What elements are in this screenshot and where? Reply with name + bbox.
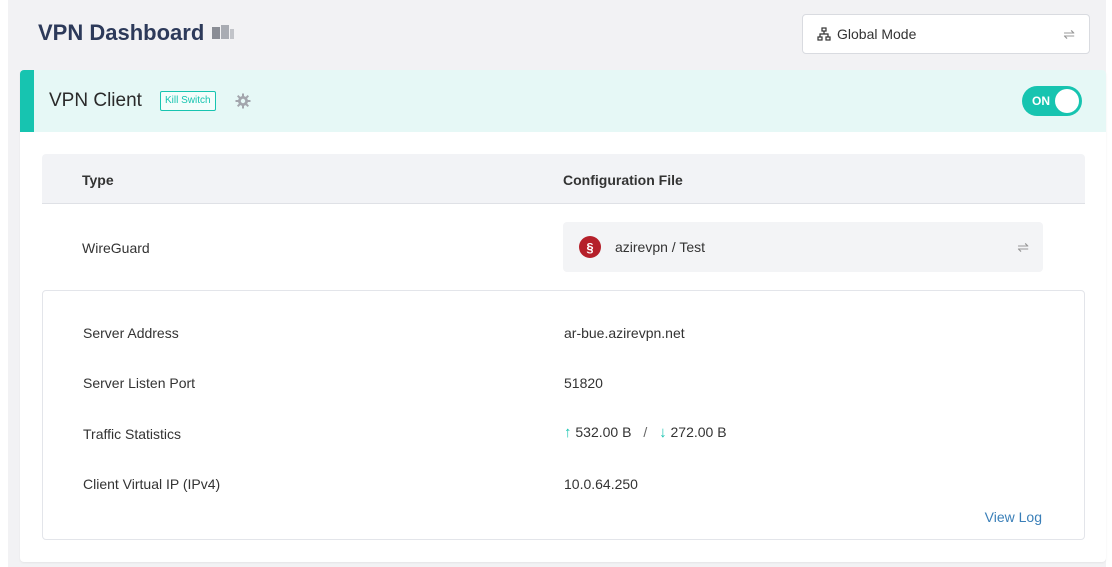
traffic-stats-value: ↑ 532.00 B / ↓ 272.00 B	[564, 424, 727, 441]
swap-icon: ⇌	[1063, 25, 1075, 42]
toggle-label: ON	[1032, 94, 1050, 108]
download-value: 272.00 B	[670, 424, 727, 440]
right-edge	[1106, 0, 1112, 567]
column-type-header: Type	[82, 172, 114, 188]
vpn-client-card: VPN Client Kill Switch ON Type Configura…	[20, 70, 1106, 562]
mode-select-value: Global Mode	[837, 26, 917, 42]
download-arrow-icon: ↓	[659, 424, 667, 441]
vpn-badge-icon	[212, 24, 235, 42]
view-log-link[interactable]: View Log	[985, 509, 1042, 525]
mode-select[interactable]: Global Mode ⇌	[802, 14, 1090, 54]
vpn-toggle[interactable]: ON	[1022, 86, 1082, 116]
card-header: VPN Client Kill Switch ON	[20, 70, 1106, 132]
virtual-ip-label: Client Virtual IP (IPv4)	[83, 476, 221, 492]
traffic-stats-label: Traffic Statistics	[83, 426, 182, 442]
card-title: VPN Client	[49, 90, 142, 111]
kill-switch-badge: Kill Switch	[160, 91, 216, 111]
toggle-knob	[1055, 89, 1079, 113]
upload-arrow-icon: ↑	[564, 424, 572, 441]
azirevpn-logo-icon: §	[579, 236, 601, 258]
listen-port-value: 51820	[564, 375, 603, 391]
server-address-label: Server Address	[83, 325, 179, 341]
virtual-ip-value: 10.0.64.250	[564, 476, 638, 492]
upload-value: 532.00 B	[575, 424, 632, 440]
connection-details: Server Address ar-bue.azirevpn.net Serve…	[42, 290, 1085, 540]
gear-icon[interactable]	[235, 93, 251, 109]
swap-icon: ⇌	[1017, 238, 1029, 255]
traffic-separator: /	[643, 424, 648, 440]
type-value: WireGuard	[82, 240, 150, 256]
table-header: Type Configuration File	[42, 154, 1085, 204]
config-file-value: azirevpn / Test	[615, 239, 706, 255]
page-title-text: VPN Dashboard	[38, 20, 205, 45]
card-accent	[20, 70, 34, 132]
left-edge	[0, 0, 8, 567]
column-config-header: Configuration File	[563, 172, 683, 188]
server-address-value: ar-bue.azirevpn.net	[564, 325, 685, 341]
page-title: VPN Dashboard	[38, 20, 235, 46]
listen-port-label: Server Listen Port	[83, 375, 196, 391]
config-file-select[interactable]: § azirevpn / Test ⇌	[563, 222, 1043, 272]
network-icon	[817, 27, 831, 41]
